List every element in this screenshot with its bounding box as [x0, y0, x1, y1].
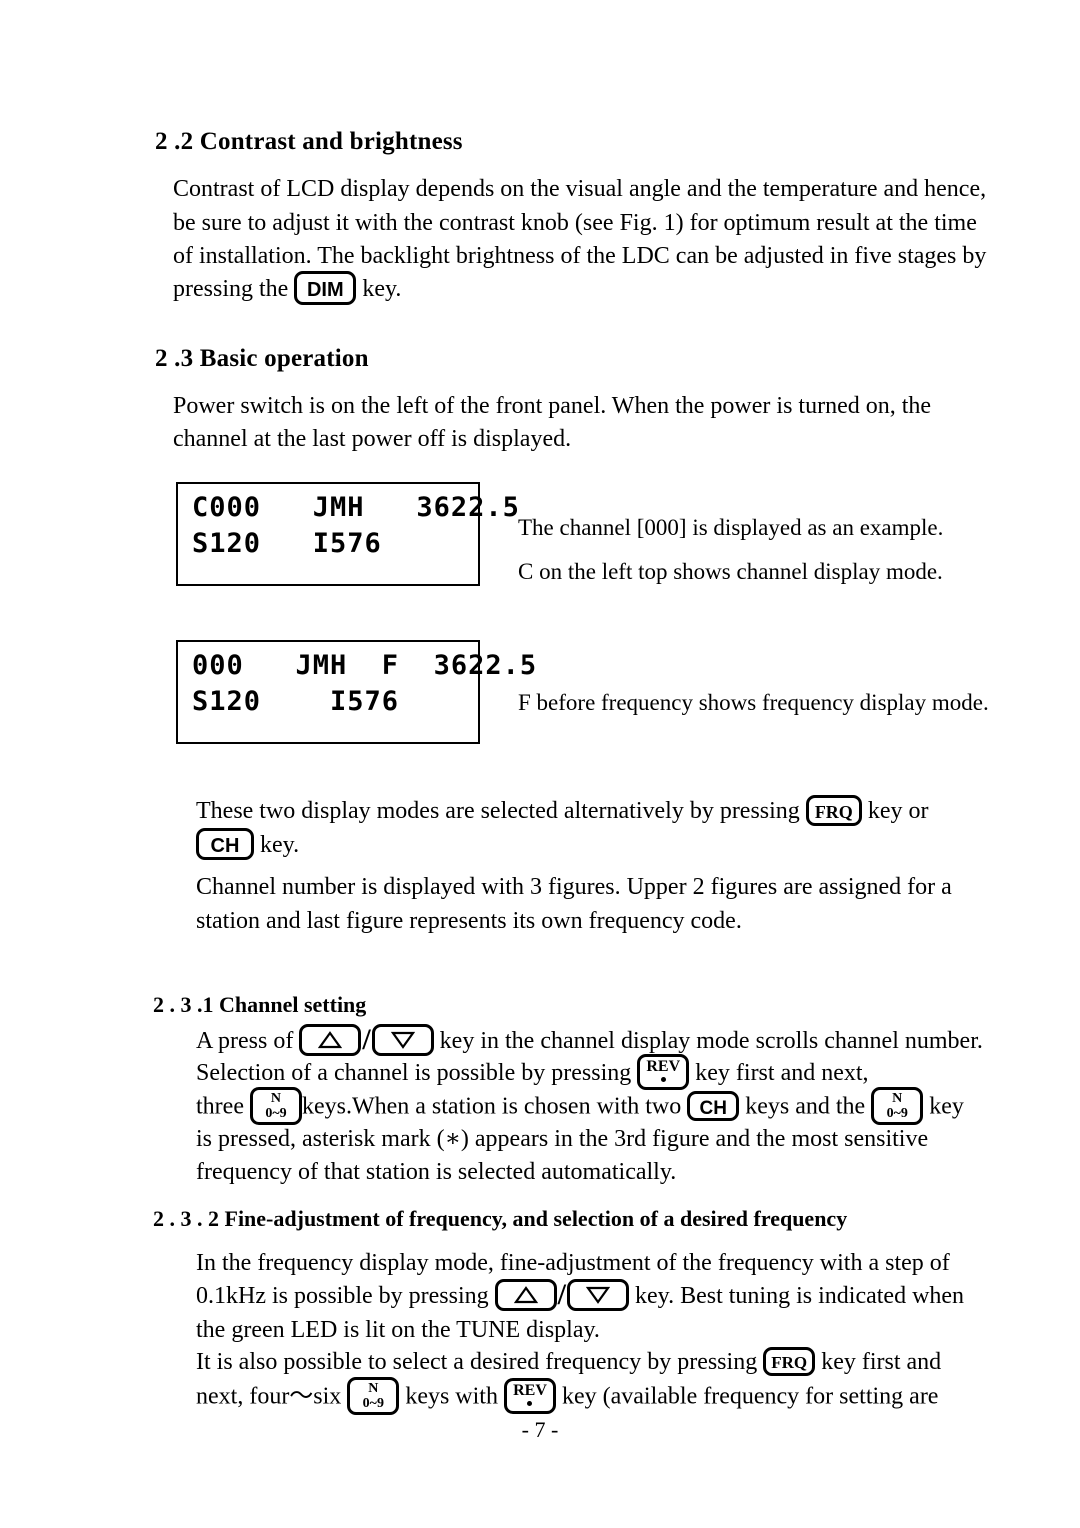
key-word-label-3: key [929, 1093, 964, 1120]
para-2-3-2-line-3: the green LED is lit on the TUNE display… [196, 1317, 600, 1343]
triangle-up-outline-icon [498, 1285, 554, 1305]
rev-key-button-1[interactable]: REV [637, 1054, 690, 1091]
numeric-key-label-top-2: N [892, 1091, 903, 1106]
frq-key-label-1: FRQ [814, 801, 853, 822]
triangle-up-outline-icon [302, 1030, 358, 1050]
para-2-2-line-3: of installation. The backlight brightnes… [173, 239, 987, 273]
dim-key-button[interactable]: DIM [294, 271, 357, 306]
slash-separator-1: / [362, 1023, 371, 1057]
scrolls-channel-label: key in the channel display mode scrolls … [439, 1028, 983, 1054]
para-channel-number-line-2: station and last figure represents its o… [196, 908, 742, 934]
pressing-the-label: pressing the [173, 276, 289, 302]
heading-2-3-1: 2 . 3 .1 Channel setting [153, 992, 367, 1017]
heading-2-2: 2 .2 Contrast and brightness [155, 128, 463, 155]
numeric-key-button-1[interactable]: N 0~9 [249, 1087, 302, 1125]
numeric-key-button-2[interactable]: N 0~9 [871, 1087, 924, 1125]
rev-key-label-2: REV [513, 1382, 547, 1399]
available-frequency-label: key (available frequency for setting are [561, 1383, 939, 1410]
ch-key-label-1: CH [210, 835, 240, 858]
down-arrow-key-button-2[interactable] [567, 1279, 629, 1312]
para-2-3-line-1: Power switch is on the left of the front… [173, 389, 983, 423]
select-desired-frequency-label: It is also possible to select a desired … [196, 1349, 758, 1375]
key-word-label-1: key. [362, 276, 402, 302]
para-display-modes-line-2: CH key. [196, 828, 299, 862]
rev-key-button-2[interactable]: REV [503, 1378, 556, 1414]
key-word-label-2: key. [260, 832, 300, 858]
para-channel-number-line-1-text: Channel number is displayed with 3 figur… [196, 874, 952, 900]
slash-separator-2: / [557, 1278, 566, 1312]
a-press-of-label: A press of [196, 1028, 294, 1054]
lcd-frequency-line-2: S120 I576 [192, 686, 400, 717]
lcd-frequency-caption: F before frequency shows frequency displ… [518, 690, 989, 715]
para-2-3-2-line-4: It is also possible to select a desired … [196, 1345, 941, 1379]
next-four-six-label: next, four～six [196, 1383, 342, 1410]
para-2-3-2-line-1: In the frequency display mode, fine-adju… [196, 1246, 983, 1280]
numeric-key-label-bottom-1: 0~9 [265, 1105, 287, 1121]
para-2-3-2-line-2: 0.1kHz is possible by pressing / key. Be… [196, 1278, 965, 1314]
para-2-2-line-3-text: of installation. The backlight brightnes… [173, 243, 987, 269]
up-arrow-key-button-1[interactable] [299, 1024, 362, 1057]
para-2-3-2-line-1-text: In the frequency display mode, fine-adju… [196, 1250, 950, 1276]
numeric-key-label-bottom-3: 0~9 [362, 1395, 384, 1411]
para-2-3-2-line-5: next, four～six N 0~9 keys with REV key (… [196, 1377, 939, 1417]
heading-2-3-2: 2 . 3 . 2 Fine-adjustment of frequency, … [153, 1206, 848, 1231]
keys-when-station-label: keys.When a station is chosen with two [301, 1093, 682, 1120]
down-arrow-key-button-1[interactable] [371, 1024, 434, 1057]
selection-of-channel-label: Selection of a channel is possible by pr… [196, 1060, 632, 1086]
frq-key-label-2: FRQ [771, 1352, 808, 1372]
lcd-channel-caption-2: C on the left top shows channel display … [518, 559, 943, 584]
display-modes-prefix: These two display modes are selected alt… [196, 798, 800, 824]
lcd-channel-caption-1: The channel [000] is displayed as an exa… [518, 515, 944, 540]
para-2-3-line-2: channel at the last power off is display… [173, 426, 572, 452]
para-2-3-1-line-4: is pressed, asterisk mark (∗) appears in… [196, 1122, 983, 1156]
para-channel-number-line-1: Channel number is displayed with 3 figur… [196, 870, 983, 904]
keys-with-label: keys with [405, 1383, 498, 1410]
ch-key-button-1[interactable]: CH [196, 828, 254, 861]
document-page: 2 .2 Contrast and brightness Contrast of… [0, 0, 1080, 1528]
dot-icon [527, 1400, 533, 1406]
dot-icon [660, 1077, 666, 1083]
frq-key-button-1[interactable]: FRQ [805, 794, 862, 826]
para-2-3-line-1-text: Power switch is on the left of the front… [173, 393, 932, 419]
para-2-2-line-1: Contrast of LCD display depends on the v… [173, 172, 987, 206]
heading-2-3: 2 .3 Basic operation [155, 345, 369, 372]
para-2-3-1-line-1: A press of / key in the channel display … [196, 1023, 983, 1059]
keys-and-the-label: keys and the [745, 1093, 866, 1120]
dim-key-label: DIM [306, 279, 344, 302]
para-display-modes-line-1: These two display modes are selected alt… [196, 794, 928, 828]
para-2-2-line-2-text: be sure to adjust it with the contrast k… [173, 210, 977, 236]
para-2-2-line-2: be sure to adjust it with the contrast k… [173, 206, 983, 240]
best-tuning-label: key. Best tuning is indicated when [635, 1283, 965, 1309]
lcd-display-channel-mode: C000 JMH 3622.5 S120 I576 [176, 482, 519, 586]
numeric-key-label-top-3: N [368, 1381, 379, 1396]
ch-key-label-2: CH [699, 1098, 727, 1119]
up-arrow-key-button-2[interactable] [494, 1279, 557, 1312]
para-2-3-1-line-5: frequency of that station is selected au… [196, 1159, 677, 1185]
triangle-down-outline-icon [570, 1285, 626, 1305]
ch-key-button-2[interactable]: CH [687, 1091, 740, 1121]
key-first-next-label: key first and next, [695, 1060, 869, 1086]
lcd-channel-line-2: S120 I576 [192, 528, 382, 559]
para-2-2-line-4: pressing the DIM key. [173, 271, 402, 307]
numeric-key-label-bottom-2: 0~9 [886, 1105, 908, 1121]
page-number-footer: - 7 - [521, 1417, 559, 1442]
three-label: three [196, 1093, 244, 1120]
para-2-3-1-line-4-text: is pressed, asterisk mark (∗) appears in… [196, 1126, 929, 1152]
frq-key-button-2[interactable]: FRQ [763, 1346, 816, 1376]
numeric-key-button-3[interactable]: N 0~9 [347, 1377, 400, 1415]
triangle-down-outline-icon [375, 1030, 431, 1050]
numeric-key-label-top-1: N [270, 1091, 282, 1106]
lcd-display-frequency-mode: 000 JMH F 3622.5 S120 I576 [176, 640, 536, 744]
lcd-channel-line-1: C000 JMH 3622.5 [192, 492, 520, 523]
rev-key-label-1: REV [646, 1058, 681, 1076]
para-2-2-line-1-text: Contrast of LCD display depends on the v… [173, 176, 987, 202]
display-modes-suffix: key or [867, 798, 929, 824]
lcd-frequency-line-1: 000 JMH F 3622.5 [192, 650, 538, 681]
fine-adjust-prefix: 0.1kHz is possible by pressing [196, 1283, 489, 1309]
key-first-and-label: key first and [821, 1349, 942, 1375]
